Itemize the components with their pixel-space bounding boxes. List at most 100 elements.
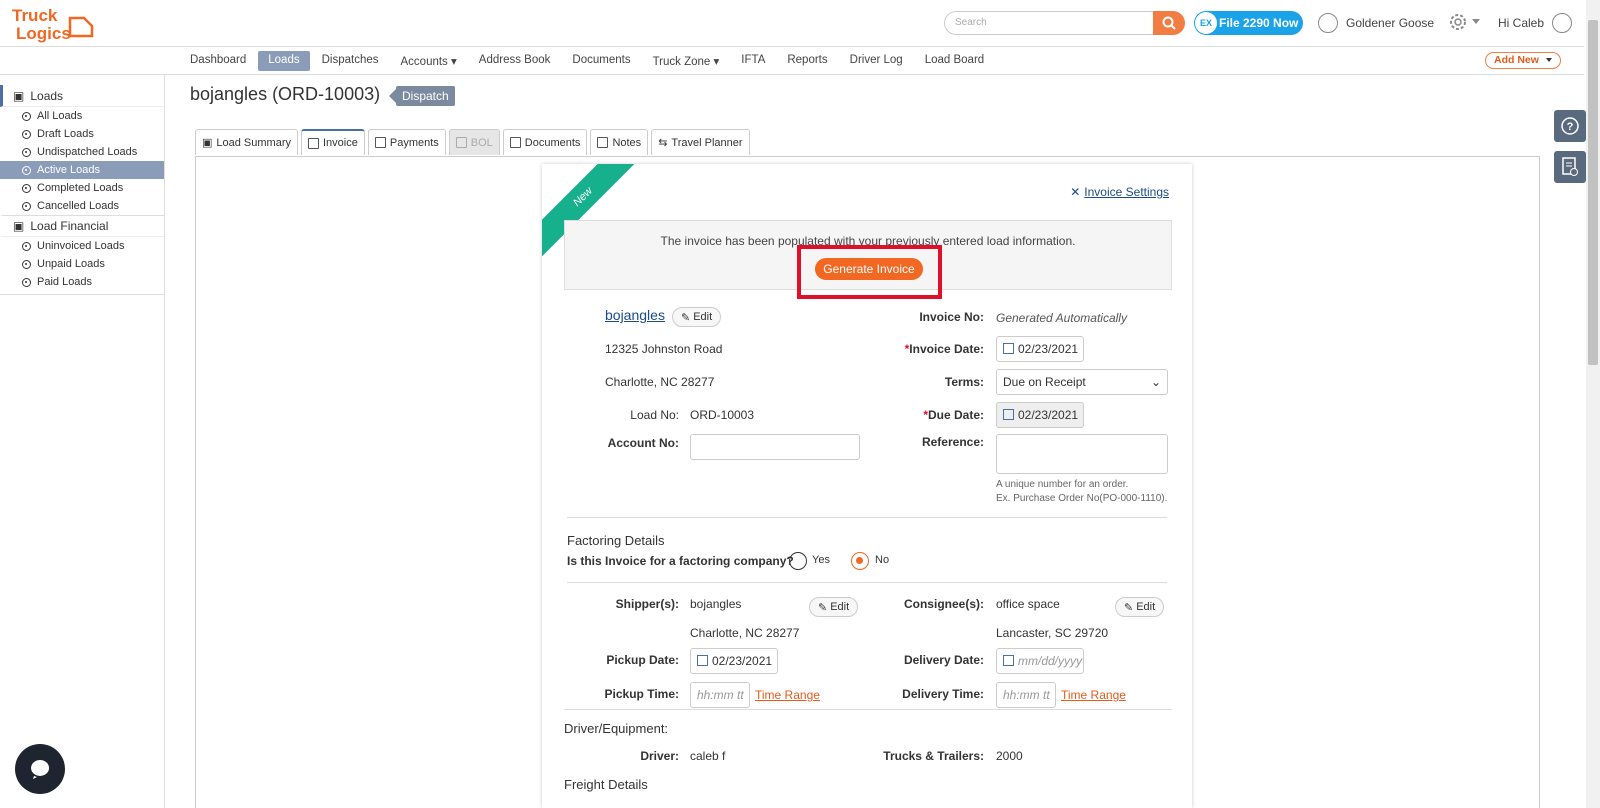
nav-dashboard[interactable]: Dashboard <box>180 51 256 71</box>
trucklogics-logo[interactable]: Truck Logics <box>10 4 94 44</box>
tab-payments[interactable]: Payments <box>367 129 446 155</box>
nav-loads[interactable]: Loads <box>258 51 310 71</box>
sidebar-item-completed-loads[interactable]: Completed Loads <box>0 179 164 197</box>
account-no-input[interactable] <box>690 434 860 460</box>
pickup-time-input[interactable]: hh:mm tt <box>690 682 750 708</box>
generate-invoice-button[interactable]: Generate Invoice <box>815 258 923 280</box>
box-icon: ▣ <box>13 219 25 233</box>
nav-load-board[interactable]: Load Board <box>915 51 994 71</box>
status-badge: Dispatch <box>389 86 455 106</box>
customer-address-line1: 12325 Johnston Road <box>605 342 723 356</box>
search-button[interactable] <box>1153 11 1185 35</box>
tab-invoice[interactable]: Invoice <box>301 129 365 155</box>
delivery-time-label: Delivery Time: <box>902 687 984 701</box>
tab-notes[interactable]: Notes <box>590 129 649 155</box>
chat-widget-button[interactable] <box>15 744 65 794</box>
nav-address-book[interactable]: Address Book <box>469 51 561 71</box>
tab-travel-planner[interactable]: ⇆ Travel Planner <box>651 129 750 155</box>
edit-label: Edit <box>830 601 850 613</box>
customer-address-line2: Charlotte, NC 28277 <box>605 375 715 389</box>
caret-down-icon: ▾ <box>451 56 457 68</box>
delivery-time-input[interactable]: hh:mm tt <box>996 682 1056 708</box>
pickup-date-input[interactable]: 02/23/2021 <box>690 648 778 674</box>
due-date-input[interactable]: 02/23/2021 <box>996 402 1084 428</box>
nav-documents[interactable]: Documents <box>562 51 640 71</box>
search-input[interactable]: Search <box>944 11 1154 35</box>
pencil-icon: ✎ <box>681 311 691 324</box>
nav-reports[interactable]: Reports <box>777 51 837 71</box>
nav-driver-log[interactable]: Driver Log <box>840 51 913 71</box>
edit-shipper-button[interactable]: ✎ Edit <box>809 597 859 617</box>
sidebar-section-loads[interactable]: ▣ Loads <box>0 85 164 107</box>
reference-input[interactable] <box>996 434 1168 474</box>
invoice-settings-link[interactable]: ✕ Invoice Settings <box>1070 185 1169 199</box>
route-icon: ⇆ <box>658 137 668 149</box>
factoring-yes-radio[interactable] <box>789 552 807 570</box>
target-icon <box>22 201 31 211</box>
sidebar-divider <box>0 291 164 295</box>
page-scrollbar[interactable] <box>1586 0 1600 808</box>
factoring-no-radio[interactable] <box>851 552 869 570</box>
sidebar-item-label: Active Loads <box>37 164 100 176</box>
nav-dispatches[interactable]: Dispatches <box>312 51 389 71</box>
divider <box>567 582 1167 583</box>
nav-truck-zone[interactable]: Truck Zone ▾ <box>643 51 730 71</box>
target-icon <box>22 165 31 175</box>
pickup-time-range-link[interactable]: Time Range <box>755 688 820 702</box>
sidebar-item-unpaid-loads[interactable]: Unpaid Loads <box>0 255 164 273</box>
tab-label: Travel Planner <box>671 136 743 149</box>
caret-down-icon <box>1546 58 1552 62</box>
invoice-no-value: Generated Automatically <box>996 311 1127 325</box>
sidebar-item-uninvoiced-loads[interactable]: Uninvoiced Loads <box>0 237 164 255</box>
reference-label: Reference: <box>921 435 984 449</box>
sidebar-item-all-loads[interactable]: All Loads <box>0 107 164 125</box>
terms-select[interactable]: Due on Receipt ⌄ <box>996 369 1168 395</box>
customer-name-link[interactable]: bojangles <box>605 307 665 323</box>
nav-truck-zone-label: Truck Zone <box>652 56 711 68</box>
sidebar-item-paid-loads[interactable]: Paid Loads <box>0 273 164 291</box>
svg-text:?: ? <box>1567 121 1574 133</box>
tab-documents[interactable]: Documents <box>502 129 588 155</box>
company-switcher[interactable]: Goldener Goose <box>1318 13 1434 33</box>
caret-down-icon: ▾ <box>713 56 720 68</box>
add-new-label: Add New <box>1494 54 1539 66</box>
help-button[interactable]: ? <box>1554 110 1586 142</box>
consignee-label: Consignee(s): <box>903 597 984 611</box>
company-name: Goldener Goose <box>1346 16 1435 30</box>
sidebar-item-draft-loads[interactable]: Draft Loads <box>0 125 164 143</box>
consignee-name: office space <box>996 597 1060 611</box>
sidebar-item-label: Cancelled Loads <box>37 200 119 212</box>
add-new-button[interactable]: Add New <box>1485 52 1561 69</box>
edit-customer-button[interactable]: ✎ Edit <box>672 307 722 327</box>
notice-box: The invoice has been populated with your… <box>564 220 1172 290</box>
tab-load-summary[interactable]: ▣ Load Summary <box>195 129 298 155</box>
sidebar-item-active-loads[interactable]: Active Loads <box>0 161 164 179</box>
tab-bol[interactable]: BOL <box>448 129 500 155</box>
target-icon <box>22 259 31 269</box>
nav-accounts[interactable]: Accounts ▾ <box>391 51 467 71</box>
driver-value: caleb f <box>690 749 726 763</box>
edit-label: Edit <box>693 311 713 323</box>
user-avatar-icon <box>1552 13 1573 33</box>
scroll-thumb[interactable] <box>1588 20 1598 365</box>
sidebar-item-cancelled-loads[interactable]: Cancelled Loads <box>0 197 164 215</box>
delivery-time-range-link[interactable]: Time Range <box>1061 688 1126 702</box>
release-notes-button[interactable] <box>1554 151 1586 183</box>
settings-menu[interactable] <box>1448 12 1480 32</box>
sidebar-section-label: Loads <box>30 88 64 103</box>
file-2290-button[interactable]: EX File 2290 Now <box>1194 11 1303 35</box>
due-date-label-text: Due Date: <box>927 408 984 422</box>
nav-ifta[interactable]: IFTA <box>731 51 775 71</box>
load-no-label: Load No: <box>630 408 679 422</box>
pickup-time-label: Pickup Time: <box>604 687 679 701</box>
edit-consignee-button[interactable]: ✎ Edit <box>1115 597 1165 617</box>
svg-text:Logics: Logics <box>16 24 71 43</box>
sidebar-item-undispatched-loads[interactable]: Undispatched Loads <box>0 143 164 161</box>
target-icon <box>22 241 31 251</box>
target-icon <box>22 277 31 287</box>
delivery-date-input[interactable]: mm/dd/yyyy <box>996 648 1084 674</box>
user-menu[interactable]: Hi Caleb <box>1498 13 1573 33</box>
search-icon <box>1162 16 1176 30</box>
invoice-date-input[interactable]: 02/23/2021 <box>996 336 1084 362</box>
sidebar-section-load-financial[interactable]: ▣ Load Financial <box>0 215 164 237</box>
